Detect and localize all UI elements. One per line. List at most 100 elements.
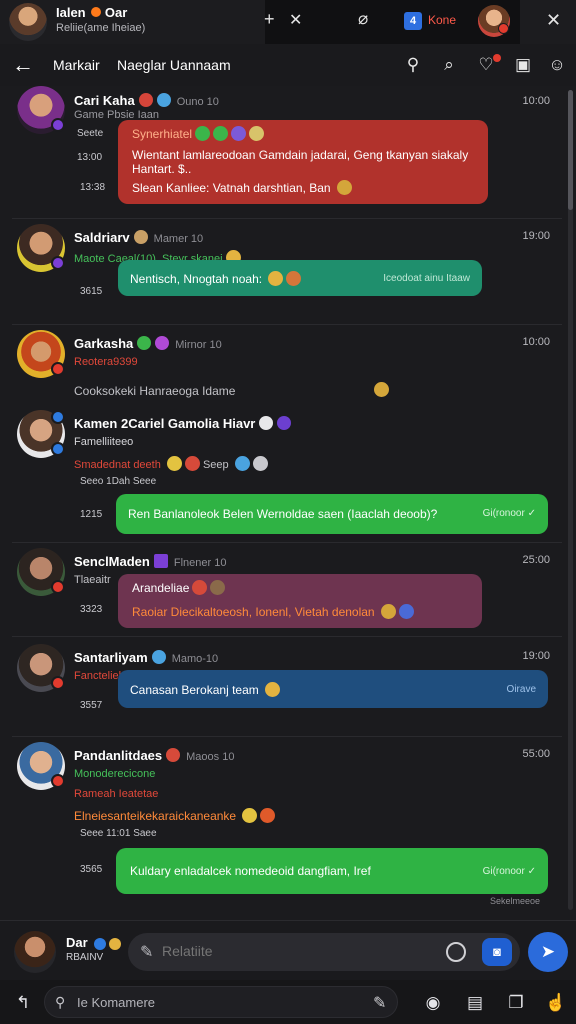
search-icon[interactable]: ⚲	[402, 54, 424, 76]
sender-name: Saldriarv Mamer 10	[74, 230, 204, 245]
bottom-toolbar: ↰ ⚲ Ie Komamere ✎ ◉ ▤ ❐ ☝	[0, 980, 576, 1024]
reaction-icon	[259, 416, 274, 430]
mute-icon[interactable]: ⌀	[358, 9, 368, 29]
message-bubble[interactable]: Kuldary enladalcek nomedeoid dangfiam, I…	[116, 848, 548, 894]
tab-badge[interactable]: 4	[404, 12, 422, 30]
read-receipt: Sekelmeeoe	[490, 896, 541, 906]
message-label: Seeo 1Dah Seee	[80, 476, 157, 487]
bubble-title: Synerhiatel	[132, 126, 265, 141]
message-time: 3557	[80, 700, 103, 711]
camera-button[interactable]: ◙	[482, 938, 512, 966]
message-item: SenclMaden Flnener 10 25:00 Tlaeaitr 3323…	[0, 548, 566, 636]
window-subtitle: Reliie(ame Iheiae)	[56, 22, 146, 34]
pencil-icon[interactable]: ✎	[373, 993, 386, 1013]
bubble-text: Raoiar Diecikaltoeosh, Ionenl, Vietah de…	[132, 604, 414, 619]
sender-subtitle: Famelliiteeo	[74, 436, 134, 448]
message-item: Kamen 2Cariel Gamolia Hiavr Famelliiteeo…	[0, 410, 566, 540]
role-badge-icon	[51, 442, 65, 456]
sender-subtitle: Reotera9399	[74, 356, 138, 368]
role-badge-icon	[51, 676, 65, 690]
bubble-text: Nentisch, Nnogtah noah:	[130, 271, 302, 286]
chat-bubbles-icon[interactable]: ❐	[505, 992, 527, 1014]
sender-name: Pandanlitdaes Maoos 10	[74, 748, 235, 763]
sender-name: Santarliyam Mamo-10	[74, 650, 219, 665]
message-time: 3565	[80, 864, 103, 875]
my-status: RBAINV	[66, 952, 104, 963]
sender-name: SenclMaden Flnener 10	[74, 554, 227, 569]
bubble-text: Canasan Berokanj team	[130, 682, 281, 697]
message-bubble[interactable]: Ren Banlanoleok Belen Wernoldae saen (Ia…	[116, 494, 548, 534]
divider	[12, 736, 562, 737]
find-icon[interactable]: ⌕	[438, 54, 460, 76]
bubble-title: Arandeliae	[132, 580, 226, 595]
timestamp: 55:00	[522, 748, 550, 760]
message-bubble[interactable]: Arandeliae Raoiar Diecikaltoeosh, Ionenl…	[118, 574, 482, 628]
window-title: Ialen Oar	[56, 5, 128, 20]
message-bubble[interactable]: Canasan Berokanj team Oirave	[118, 670, 548, 708]
divider	[12, 324, 562, 325]
message-time: 1215	[80, 509, 103, 520]
save-icon[interactable]: ▣	[512, 54, 534, 76]
new-tab-icon[interactable]: +	[264, 9, 275, 30]
scrollbar-track[interactable]	[568, 90, 573, 910]
message-label: Seete	[77, 128, 104, 139]
reaction-icon	[137, 336, 152, 350]
role-badge-icon	[51, 362, 65, 376]
close-tab-icon[interactable]: ✕	[289, 10, 302, 30]
gem-icon	[151, 650, 166, 664]
message-item: Garkasha Mirnor 10 10:00 Reotera9399 Cook…	[0, 330, 566, 400]
channel-avatar[interactable]	[9, 3, 47, 41]
bubble-text: Wientant lamlareodoan Gamdain jadarai, G…	[132, 148, 469, 176]
search-field[interactable]: ⚲ Ie Komamere ✎	[44, 986, 398, 1018]
attach-icon[interactable]: ✎	[140, 942, 153, 962]
reaction-icon[interactable]	[374, 382, 389, 397]
role-badge-icon	[51, 580, 65, 594]
send-button[interactable]: ➤	[528, 932, 568, 972]
verified-badge-icon	[51, 410, 65, 424]
message-input-box[interactable]: ✎ ◙	[128, 933, 520, 971]
sender-name: Cari Kaha Ouno 10	[74, 93, 219, 108]
message-input[interactable]	[162, 943, 422, 959]
message-list[interactable]: Cari Kaha Ouno 10 10:00 Game Pbsie Iaan S…	[0, 86, 576, 920]
tab-channel[interactable]: Naeglar Uannaam	[117, 57, 231, 73]
my-name: Dar	[66, 935, 122, 950]
gem-icon	[277, 416, 292, 430]
message-item: Pandanlitdaes Maoos 10 55:00 Monoderecico…	[0, 742, 566, 912]
emoji-icon[interactable]: ☺	[546, 54, 568, 76]
mention-badge-icon	[493, 54, 501, 62]
back-arrow-icon[interactable]: ←	[12, 52, 34, 78]
record-icon[interactable]: ◉	[422, 992, 444, 1014]
tab-label[interactable]: Kone	[428, 13, 456, 27]
bubble-status: Iceodoat ainu Itaaw	[383, 273, 470, 284]
file-icon[interactable]: ▤	[464, 992, 486, 1014]
reaction-icon	[138, 93, 153, 107]
sender-subtitle: Monoderecicone	[74, 768, 156, 780]
reply-icon[interactable]: ↰	[12, 992, 34, 1014]
timestamp: 25:00	[522, 554, 550, 566]
bubble-text: Kuldary enladalcek nomedeoid dangfiam, I…	[130, 864, 371, 878]
gem-icon	[156, 93, 171, 107]
reaction-icon	[133, 230, 148, 244]
message-time: 3323	[80, 604, 103, 615]
message-bubble[interactable]: Synerhiatel Wientant lamlareodoan Gamdai…	[118, 120, 488, 204]
sender-name: Garkasha Mirnor 10	[74, 336, 222, 351]
message-bubble[interactable]: Nentisch, Nnogtah noah: Iceodoat ainu It…	[118, 260, 482, 296]
message-time: 13:38	[80, 182, 106, 193]
message-item: Cari Kaha Ouno 10 10:00 Game Pbsie Iaan S…	[0, 86, 566, 218]
title-bar: Ialen Oar Reliie(ame Iheiae) + ✕ ⌀ 4 Kon…	[0, 0, 576, 44]
timestamp: 19:00	[522, 650, 550, 662]
my-avatar[interactable]	[14, 931, 56, 973]
message-item: Santarliyam Mamo-10 19:00 Fancteliehsiaos…	[0, 644, 566, 730]
close-window-icon[interactable]: ✕	[546, 10, 561, 31]
gesture-icon[interactable]: ☝	[545, 992, 567, 1014]
message-text: Cooksokeki Hanraeoga Idame	[74, 384, 236, 398]
timer-icon[interactable]	[446, 942, 466, 962]
message-time: 3615	[80, 286, 103, 297]
tab-markair[interactable]: Markair	[53, 57, 100, 73]
bubble-status: Gi(ronoor ✓	[482, 866, 536, 877]
divider	[12, 542, 562, 543]
scrollbar-thumb[interactable]	[568, 90, 573, 210]
bubble-status: Oirave	[506, 684, 536, 695]
timestamp: 19:00	[522, 230, 550, 242]
chat-header: ← Markair Naeglar Uannaam ⚲ ⌕ ♡ ▣ ☺	[0, 44, 576, 86]
